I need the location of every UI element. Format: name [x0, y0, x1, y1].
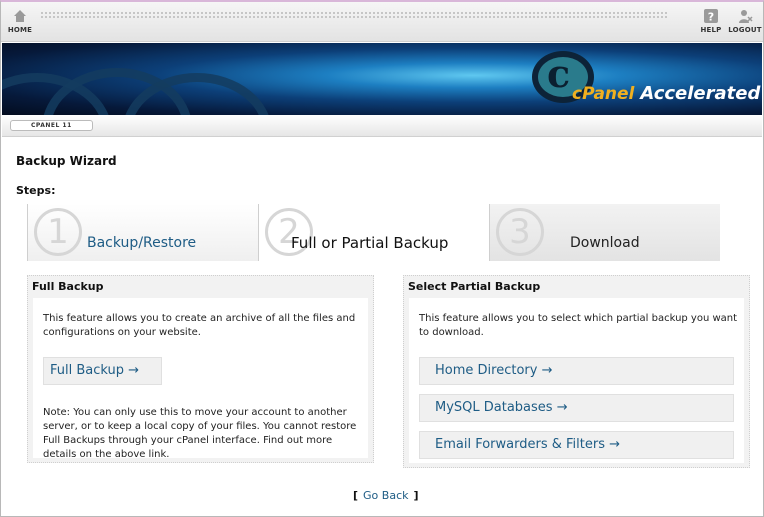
- go-back-link[interactable]: Go Back: [363, 489, 408, 502]
- step-number: 1: [34, 208, 82, 256]
- help-icon: ?: [704, 9, 718, 24]
- step-number: 3: [496, 208, 544, 256]
- steps-label: Steps:: [16, 184, 56, 197]
- mysql-databases-button[interactable]: MySQL Databases →: [419, 394, 734, 422]
- step-label: Download: [570, 235, 640, 251]
- partial-backup-title: Select Partial Backup: [408, 280, 541, 293]
- full-backup-button[interactable]: Full Backup →: [43, 357, 162, 385]
- brand-secondary: Accelerated: [640, 83, 761, 104]
- home-icon: [14, 10, 26, 22]
- step-download: 3 Download: [489, 204, 720, 261]
- partial-backup-panel: Select Partial Backup This feature allow…: [403, 275, 750, 468]
- app-frame: HOME ? HELP LOGOUT c cPanel Accelerated: [0, 0, 764, 517]
- logout-nav-button[interactable]: LOGOUT: [728, 8, 762, 34]
- step-label: Full or Partial Backup: [291, 234, 449, 252]
- go-back-open-bracket: [: [353, 489, 359, 502]
- top-navigation: HOME ? HELP LOGOUT: [1, 2, 763, 42]
- cpanel-logo-mark: c: [547, 51, 571, 96]
- full-backup-note: Note: You can only use this to move your…: [43, 407, 357, 460]
- help-nav-label: HELP: [700, 26, 722, 34]
- step-full-or-partial: 2 Full or Partial Backup: [259, 204, 489, 261]
- email-forwarders-button[interactable]: Email Forwarders & Filters →: [419, 431, 734, 459]
- brand-wordmark: cPanel Accelerated: [572, 83, 760, 104]
- step-label: Backup/Restore: [87, 235, 197, 251]
- full-backup-title: Full Backup: [32, 280, 104, 293]
- svg-text:?: ?: [708, 11, 714, 24]
- logout-nav-label: LOGOUT: [728, 26, 762, 34]
- help-nav-button[interactable]: ? HELP: [694, 8, 728, 34]
- home-directory-button[interactable]: Home Directory →: [419, 357, 734, 385]
- full-backup-panel: Full Backup This feature allows you to c…: [27, 275, 374, 463]
- nav-divider: [41, 12, 667, 18]
- full-backup-description: This feature allows you to create an arc…: [43, 312, 363, 340]
- version-strip: CPANEL 11: [2, 115, 762, 137]
- go-back-nav: [ Go Back]: [353, 489, 419, 502]
- home-nav-button[interactable]: HOME: [3, 8, 37, 34]
- brand-primary: cPanel: [572, 84, 635, 104]
- header-banner: c cPanel Accelerated: [2, 43, 762, 115]
- user-icon: [739, 10, 753, 23]
- home-nav-label: HOME: [7, 26, 33, 34]
- page-title: Backup Wizard: [16, 154, 117, 168]
- partial-backup-description: This feature allows you to select which …: [419, 312, 739, 340]
- step-backup-restore[interactable]: 1 Backup/Restore: [27, 204, 259, 261]
- version-tag: CPANEL 11: [10, 120, 93, 131]
- go-back-close-bracket: ]: [413, 489, 419, 502]
